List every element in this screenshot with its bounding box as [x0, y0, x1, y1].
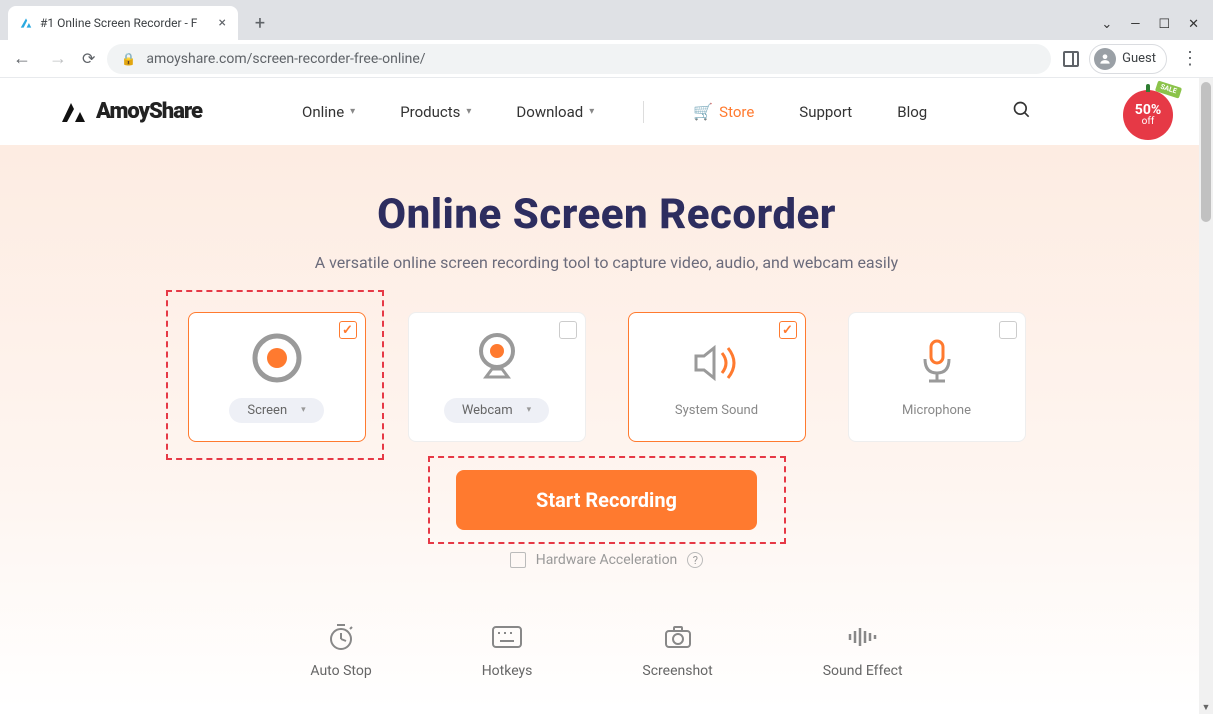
system-sound-label: System Sound	[675, 403, 758, 418]
card-system-sound[interactable]: System Sound	[628, 312, 806, 442]
address-bar[interactable]: 🔒 amoyshare.com/screen-recorder-free-onl…	[107, 44, 1051, 74]
clock-icon	[326, 623, 356, 651]
nav-download[interactable]: Download▾	[516, 103, 594, 121]
main-content: Online Screen Recorder A versatile onlin…	[0, 145, 1213, 709]
minimize-icon[interactable]: —	[1130, 17, 1140, 32]
card-webcam[interactable]: Webcam▾	[408, 312, 586, 442]
sale-tag: SALE	[1155, 80, 1182, 98]
lock-icon: 🔒	[121, 52, 136, 66]
hardware-accel-row: Hardware Acceleration ?	[0, 552, 1213, 568]
tabs-dropdown-icon[interactable]: ⌄	[1101, 17, 1112, 32]
microphone-icon	[917, 337, 957, 389]
webcam-dropdown[interactable]: Webcam▾	[444, 398, 549, 423]
chevron-down-icon: ▾	[350, 106, 355, 117]
sale-badge[interactable]: SALE 50% off	[1123, 90, 1173, 140]
logo-text: AmoyShare	[96, 99, 202, 124]
reload-button[interactable]: ⟳	[82, 49, 95, 68]
nav-support[interactable]: Support	[799, 103, 852, 121]
close-window-icon[interactable]: ✕	[1188, 17, 1199, 32]
main-nav: Online▾ Products▾ Download▾ 🛒Store Suppo…	[302, 100, 1032, 124]
chevron-down-icon: ▾	[301, 405, 306, 415]
browser-menu-icon[interactable]: ⋮	[1177, 48, 1203, 69]
logo-icon	[60, 100, 88, 124]
hardware-accel-checkbox[interactable]	[510, 552, 526, 568]
page-scrollbar[interactable]: ▲ ▼	[1199, 78, 1213, 714]
feature-sound-effect[interactable]: Sound Effect	[823, 623, 903, 679]
search-icon[interactable]	[1012, 100, 1032, 124]
site-logo[interactable]: AmoyShare	[60, 99, 202, 124]
checkbox-screen[interactable]	[339, 321, 357, 339]
scroll-down-icon[interactable]: ▼	[1199, 700, 1213, 714]
browser-toolbar: ← → ⟳ 🔒 amoyshare.com/screen-recorder-fr…	[0, 40, 1213, 78]
page-title: Online Screen Recorder	[0, 190, 1213, 239]
camera-icon	[663, 623, 693, 651]
chevron-down-icon: ▾	[466, 106, 471, 117]
sale-leaf-icon	[1146, 84, 1150, 92]
nav-store[interactable]: 🛒Store	[693, 102, 754, 121]
side-panel-icon[interactable]	[1063, 51, 1079, 67]
window-controls: ⌄ — ☐ ✕	[1101, 17, 1213, 40]
speaker-icon	[692, 337, 742, 389]
new-tab-button[interactable]: +	[246, 9, 274, 37]
favicon-icon	[18, 15, 34, 31]
screen-dropdown[interactable]: Screen▾	[229, 398, 323, 423]
browser-tab[interactable]: #1 Online Screen Recorder - F ×	[8, 6, 238, 40]
keyboard-icon	[491, 623, 523, 651]
checkbox-system-sound[interactable]	[779, 321, 797, 339]
back-button[interactable]: ←	[10, 48, 34, 69]
nav-products[interactable]: Products▾	[400, 103, 471, 121]
profile-button[interactable]: Guest	[1089, 44, 1167, 74]
url-text: amoyshare.com/screen-recorder-free-onlin…	[146, 51, 425, 67]
maximize-icon[interactable]: ☐	[1158, 17, 1170, 32]
sound-wave-icon	[846, 623, 880, 651]
start-recording-button[interactable]: Start Recording	[456, 470, 757, 530]
cart-icon: 🛒	[693, 102, 713, 121]
microphone-label: Microphone	[902, 403, 971, 418]
tab-close-icon[interactable]: ×	[217, 15, 228, 31]
help-icon[interactable]: ?	[687, 552, 703, 568]
scrollbar-thumb[interactable]	[1201, 82, 1211, 222]
page-subtitle: A versatile online screen recording tool…	[0, 253, 1213, 272]
card-microphone[interactable]: Microphone	[848, 312, 1026, 442]
chevron-down-icon: ▾	[589, 106, 594, 117]
nav-online[interactable]: Online▾	[302, 103, 355, 121]
browser-tab-strip: #1 Online Screen Recorder - F × + ⌄ — ☐ …	[0, 0, 1213, 40]
nav-blog[interactable]: Blog	[897, 103, 927, 121]
feature-hotkeys[interactable]: Hotkeys	[482, 623, 533, 679]
site-header: AmoyShare Online▾ Products▾ Download▾ 🛒S…	[0, 78, 1213, 145]
checkbox-webcam[interactable]	[559, 321, 577, 339]
forward-button[interactable]: →	[46, 48, 70, 69]
nav-divider	[643, 101, 644, 123]
source-cards-row: Screen▾ Webcam▾ System Sound	[0, 312, 1213, 442]
webcam-icon	[474, 332, 520, 384]
profile-label: Guest	[1122, 51, 1156, 66]
avatar-icon	[1094, 48, 1116, 70]
feature-screenshot[interactable]: Screenshot	[642, 623, 712, 679]
feature-auto-stop[interactable]: Auto Stop	[310, 623, 371, 679]
features-row: Auto Stop Hotkeys Screenshot Sound Effec…	[0, 623, 1213, 679]
hardware-accel-label: Hardware Acceleration	[536, 552, 678, 568]
checkbox-microphone[interactable]	[999, 321, 1017, 339]
screen-record-icon	[251, 332, 303, 384]
chevron-down-icon: ▾	[527, 405, 532, 415]
tab-title: #1 Online Screen Recorder - F	[40, 16, 211, 30]
card-screen[interactable]: Screen▾	[188, 312, 366, 442]
